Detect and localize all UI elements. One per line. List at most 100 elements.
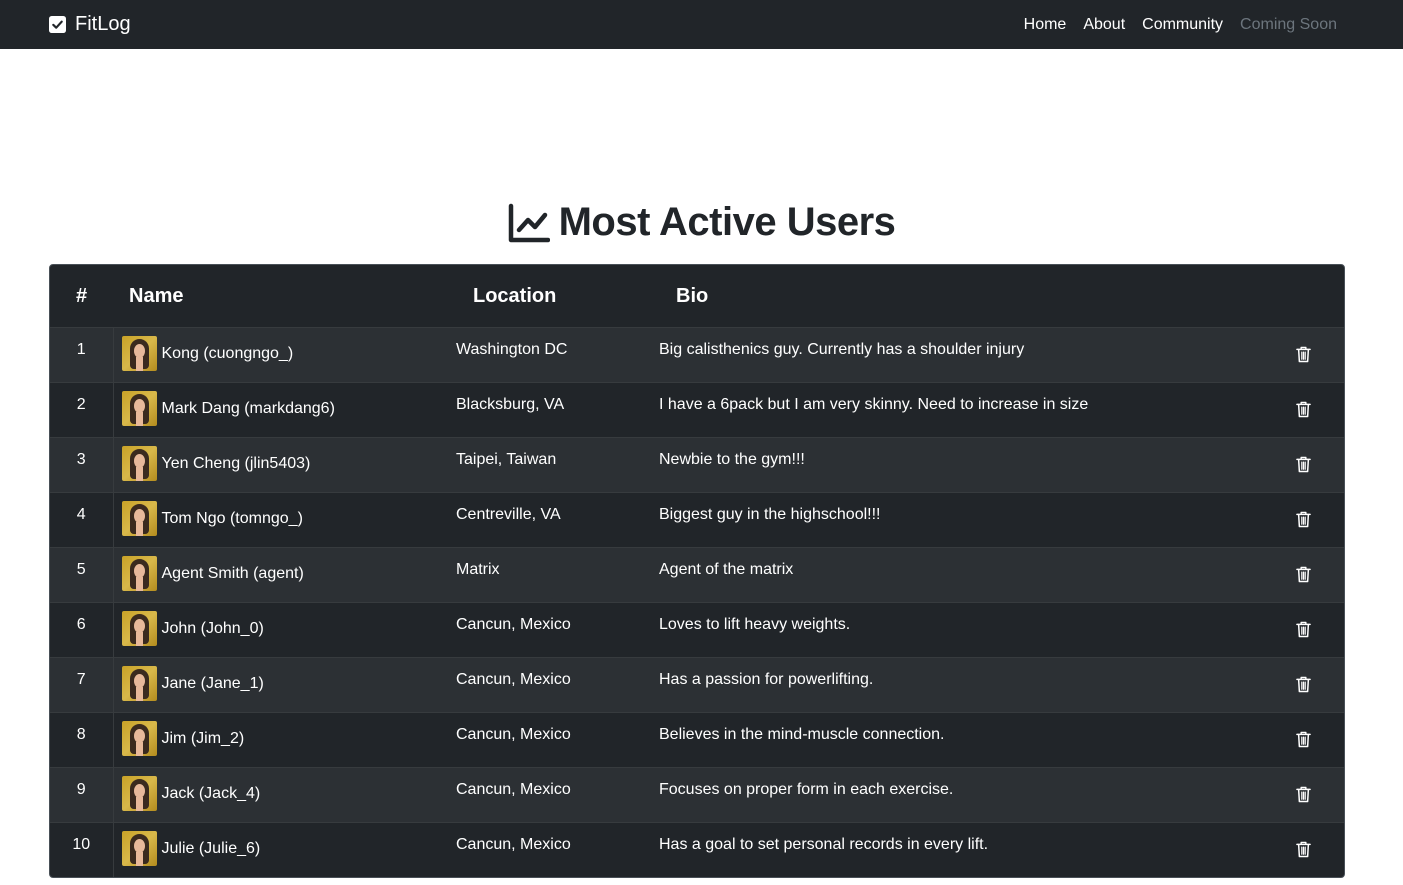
avatar[interactable] — [121, 831, 157, 866]
user-name[interactable]: Mark Dang (markdang6) — [162, 400, 335, 418]
header-location: Location — [473, 284, 557, 307]
page-heading: Most Active Users — [0, 200, 1403, 245]
row-bio: Has a passion for powerlifting. — [659, 671, 874, 688]
avatar[interactable] — [121, 391, 157, 426]
avatar[interactable] — [121, 611, 157, 646]
row-location: Cancun, Mexico — [456, 616, 571, 633]
row-actions — [1264, 823, 1344, 878]
trash-icon[interactable] — [1296, 511, 1312, 529]
avatar[interactable] — [121, 501, 157, 536]
user-name[interactable]: Kong (cuongngo_) — [162, 345, 294, 363]
trash-icon[interactable] — [1296, 731, 1312, 749]
row-actions — [1264, 548, 1344, 603]
trash-icon[interactable] — [1296, 566, 1312, 584]
row-name-cell: Jane (Jane_1) — [113, 658, 456, 713]
trash-icon[interactable] — [1296, 456, 1312, 474]
row-rank: 5 — [50, 547, 114, 603]
row-location: Centreville, VA — [456, 506, 561, 523]
row-rank: 6 — [50, 602, 114, 658]
row-location: Taipei, Taiwan — [456, 451, 557, 468]
row-name-cell: Mark Dang (markdang6) — [113, 383, 456, 438]
row-actions — [1264, 328, 1344, 383]
row-actions — [1264, 603, 1344, 658]
user-name[interactable]: Tom Ngo (tomngo_) — [162, 510, 303, 528]
avatar[interactable] — [121, 776, 157, 811]
row-bio: Focuses on proper form in each exercise. — [659, 781, 954, 798]
row-bio: I have a 6pack but I am very skinny. Nee… — [659, 396, 1089, 413]
header-actions — [1264, 265, 1344, 328]
row-actions — [1264, 768, 1344, 823]
table-header-row: # Name Location Bio — [50, 265, 1344, 328]
page-title: Most Active Users — [558, 200, 896, 244]
nav-link-community[interactable]: Community — [1142, 16, 1223, 34]
avatar[interactable] — [121, 446, 157, 481]
row-actions — [1264, 713, 1344, 768]
avatar[interactable] — [121, 666, 157, 701]
row-actions — [1264, 493, 1344, 548]
table-row: 2 Mark Dang (markdang6) Blacksburg, VA I… — [50, 382, 1344, 438]
user-name[interactable]: Jane (Jane_1) — [162, 675, 264, 693]
row-location: Cancun, Mexico — [456, 781, 571, 798]
nav-link-about[interactable]: About — [1083, 16, 1125, 34]
trash-icon[interactable] — [1296, 676, 1312, 694]
row-location: Cancun, Mexico — [456, 726, 571, 743]
trash-icon[interactable] — [1296, 346, 1312, 364]
row-bio: Has a goal to set personal records in ev… — [659, 836, 989, 853]
user-name[interactable]: John (John_0) — [162, 620, 264, 638]
avatar[interactable] — [121, 556, 157, 591]
nav-links: Home About Community Coming Soon — [1024, 16, 1337, 34]
row-rank: 2 — [50, 382, 114, 438]
row-rank: 7 — [50, 657, 114, 713]
row-actions — [1264, 383, 1344, 438]
row-rank: 1 — [50, 327, 114, 383]
table-row: 9 Jack (Jack_4) Cancun, Mexico Focuses o… — [50, 767, 1344, 823]
row-location: Cancun, Mexico — [456, 671, 571, 688]
row-bio: Believes in the mind-muscle connection. — [659, 726, 945, 743]
row-actions — [1264, 438, 1344, 493]
check-square-icon — [49, 16, 66, 33]
trash-icon[interactable] — [1296, 841, 1312, 859]
user-name[interactable]: Julie (Julie_6) — [162, 840, 261, 858]
trash-icon[interactable] — [1296, 786, 1312, 804]
row-bio: Loves to lift heavy weights. — [659, 616, 851, 633]
row-actions — [1264, 658, 1344, 713]
table-row: 7 Jane (Jane_1) Cancun, Mexico Has a pas… — [50, 657, 1344, 713]
user-name[interactable]: Agent Smith (agent) — [162, 565, 304, 583]
header-rank: # — [75, 284, 88, 307]
row-name-cell: Yen Cheng (jlin5403) — [113, 438, 456, 493]
row-name-cell: Kong (cuongngo_) — [113, 328, 456, 383]
row-bio: Big calisthenics guy. Currently has a sh… — [659, 341, 1025, 358]
trash-icon[interactable] — [1296, 401, 1312, 419]
row-bio: Biggest guy in the highschool!!! — [659, 506, 881, 523]
row-rank: 3 — [50, 437, 114, 493]
row-name-cell: John (John_0) — [113, 603, 456, 658]
users-table-container: # Name Location Bio 1 Kong (cuongngo_) W… — [49, 264, 1345, 878]
table-row: 8 Jim (Jim_2) Cancun, Mexico Believes in… — [50, 712, 1344, 768]
brand-link[interactable]: FitLog — [49, 13, 131, 36]
top-navbar: FitLog Home About Community Coming Soon — [0, 0, 1403, 49]
row-rank: 10 — [50, 822, 114, 877]
trash-icon[interactable] — [1296, 621, 1312, 639]
table-row: 4 Tom Ngo (tomngo_) Centreville, VA Bigg… — [50, 492, 1344, 548]
avatar[interactable] — [121, 336, 157, 371]
row-name-cell: Jim (Jim_2) — [113, 713, 456, 768]
row-name-cell: Julie (Julie_6) — [113, 823, 456, 878]
row-rank: 9 — [50, 767, 114, 823]
brand-name: FitLog — [75, 13, 131, 35]
row-location: Washington DC — [456, 341, 568, 358]
row-name-cell: Tom Ngo (tomngo_) — [113, 493, 456, 548]
header-bio: Bio — [676, 284, 709, 307]
avatar[interactable] — [121, 721, 157, 756]
row-location: Blacksburg, VA — [456, 396, 565, 413]
table-row: 3 Yen Cheng (jlin5403) Taipei, Taiwan Ne… — [50, 437, 1344, 493]
user-name[interactable]: Jack (Jack_4) — [162, 785, 261, 803]
nav-link-coming-soon: Coming Soon — [1240, 15, 1337, 33]
row-bio: Newbie to the gym!!! — [659, 451, 805, 468]
user-name[interactable]: Jim (Jim_2) — [162, 730, 245, 748]
row-location: Matrix — [456, 561, 500, 578]
row-rank: 4 — [50, 492, 114, 548]
row-location: Cancun, Mexico — [456, 836, 571, 853]
nav-link-home[interactable]: Home — [1024, 16, 1067, 34]
user-name[interactable]: Yen Cheng (jlin5403) — [162, 455, 311, 473]
users-table: # Name Location Bio 1 Kong (cuongngo_) W… — [50, 265, 1344, 878]
